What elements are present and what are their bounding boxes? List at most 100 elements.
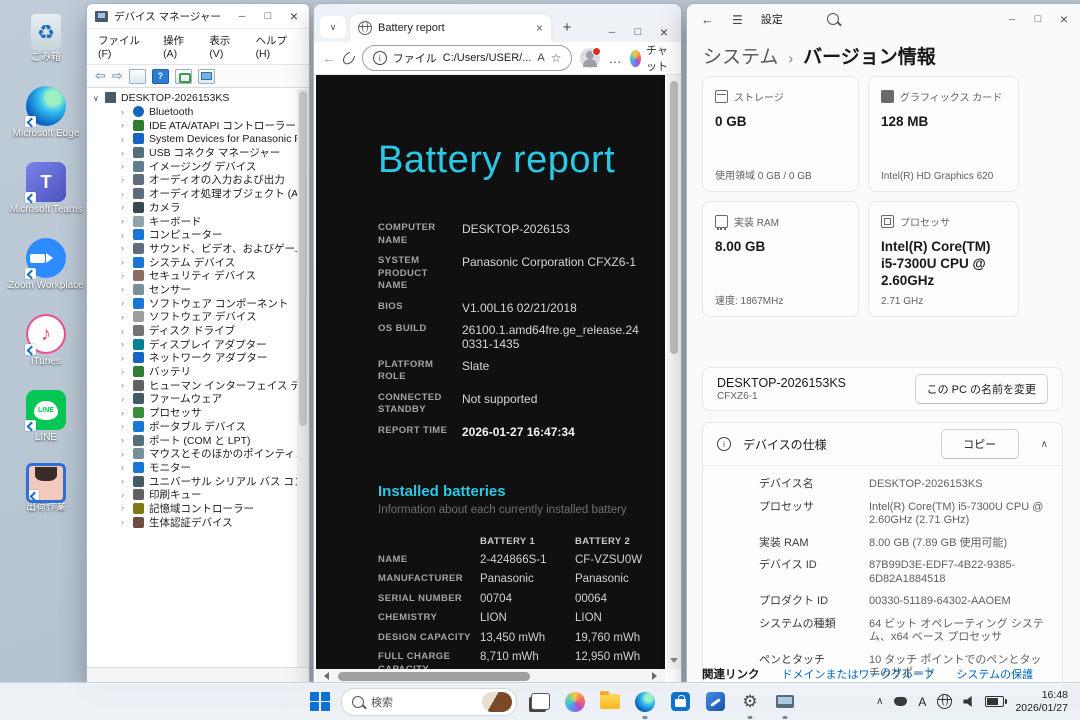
tree-item[interactable]: バッテリ bbox=[87, 365, 297, 379]
favorite-icon[interactable] bbox=[551, 51, 562, 65]
device-manager-scrollbar[interactable] bbox=[297, 89, 309, 667]
expand-icon[interactable] bbox=[121, 367, 133, 377]
tree-item[interactable]: ユニバーサル シリアル バス コントローラー bbox=[87, 474, 297, 488]
tree-item[interactable]: カメラ bbox=[87, 201, 297, 215]
scrollbar-thumb[interactable] bbox=[670, 81, 678, 354]
expand-icon[interactable] bbox=[121, 107, 133, 117]
edge-button[interactable] bbox=[633, 690, 657, 714]
maximize-icon[interactable] bbox=[255, 6, 281, 26]
new-tab-icon[interactable] bbox=[555, 15, 579, 39]
tree-item[interactable]: ポート (COM と LPT) bbox=[87, 433, 297, 447]
menu-item-1[interactable]: 操作(A) bbox=[158, 31, 200, 62]
tree-item[interactable]: ディスプレイ アダプター bbox=[87, 337, 297, 351]
read-aloud-icon[interactable]: A bbox=[537, 52, 544, 64]
minimize-icon[interactable] bbox=[599, 22, 625, 42]
expand-icon[interactable] bbox=[121, 462, 133, 472]
expand-icon[interactable] bbox=[121, 326, 133, 336]
maximize-icon[interactable] bbox=[1025, 9, 1051, 29]
expand-icon[interactable] bbox=[121, 189, 133, 199]
minimize-icon[interactable] bbox=[999, 9, 1025, 29]
close-icon[interactable] bbox=[651, 22, 677, 42]
task-view-button[interactable] bbox=[528, 690, 552, 714]
expand-icon[interactable] bbox=[121, 230, 133, 240]
tree-item[interactable]: モニター bbox=[87, 461, 297, 475]
copy-button[interactable]: コピー bbox=[941, 429, 1019, 459]
battery-icon[interactable] bbox=[985, 696, 1004, 707]
expand-icon[interactable] bbox=[121, 134, 133, 144]
scrollbar-thumb[interactable] bbox=[299, 91, 307, 426]
tree-item[interactable]: コンピューター bbox=[87, 228, 297, 242]
tree-item[interactable]: USB コネクタ マネージャー bbox=[87, 146, 297, 160]
ime-indicator[interactable]: A bbox=[918, 695, 926, 709]
expand-icon[interactable] bbox=[121, 421, 133, 431]
settings-titlebar[interactable]: 設定 bbox=[687, 4, 1080, 34]
collapse-icon[interactable] bbox=[93, 93, 105, 103]
tree-item[interactable]: ファームウェア bbox=[87, 392, 297, 406]
paint-button[interactable] bbox=[703, 690, 727, 714]
url-field[interactable]: ファイル C:/Users/USER/... A bbox=[362, 45, 573, 71]
tree-item[interactable]: 記憶域コントローラー bbox=[87, 502, 297, 516]
close-icon[interactable] bbox=[281, 6, 307, 26]
tree-item[interactable]: サウンド、ビデオ、およびゲーム コントローラー bbox=[87, 242, 297, 256]
desktop-icon-teams[interactable]: Microsoft Teams bbox=[6, 162, 86, 215]
tree-item[interactable]: マウスとそのほかのポインティング デバイス bbox=[87, 447, 297, 461]
device-spec-header[interactable]: デバイスの仕様 コピー bbox=[703, 423, 1062, 466]
expand-icon[interactable] bbox=[121, 148, 133, 158]
tree-item[interactable]: ヒューマン インターフェイス デバイス bbox=[87, 378, 297, 392]
tree-item[interactable]: イメージング デバイス bbox=[87, 159, 297, 173]
page-info-icon[interactable] bbox=[373, 51, 387, 65]
expand-icon[interactable] bbox=[121, 243, 133, 253]
store-button[interactable] bbox=[668, 690, 692, 714]
desktop-icon-itunes[interactable]: iTunes bbox=[6, 314, 86, 367]
desktop-icon-recycle-bin[interactable]: ごみ箱 bbox=[6, 14, 86, 63]
clock[interactable]: 16:48 2026/01/27 bbox=[1015, 689, 1068, 714]
menu-item-2[interactable]: 表示(V) bbox=[204, 31, 246, 62]
expand-icon[interactable] bbox=[121, 517, 133, 527]
menu-item-0[interactable]: ファイル(F) bbox=[93, 31, 154, 62]
scroll-right-icon[interactable] bbox=[652, 672, 661, 680]
tree-item[interactable]: センサー bbox=[87, 283, 297, 297]
hamburger-menu-icon[interactable] bbox=[732, 12, 743, 27]
help-icon[interactable] bbox=[152, 69, 169, 84]
link-domain-workgroup[interactable]: ドメインまたはワークグループ bbox=[782, 666, 935, 682]
back-icon[interactable] bbox=[322, 50, 336, 66]
network-icon[interactable] bbox=[937, 694, 952, 709]
tab-search-icon[interactable] bbox=[320, 16, 346, 38]
forward-icon[interactable]: ⇨ bbox=[112, 68, 123, 84]
expand-icon[interactable] bbox=[121, 216, 133, 226]
search-highlight-image[interactable] bbox=[482, 692, 512, 712]
scan-hardware-icon[interactable] bbox=[198, 69, 215, 84]
tree-item[interactable]: ネットワーク アダプター bbox=[87, 351, 297, 365]
tab-close-icon[interactable] bbox=[536, 21, 543, 35]
device-tree-root[interactable]: DESKTOP-2026153KS bbox=[87, 91, 297, 105]
expand-icon[interactable] bbox=[121, 202, 133, 212]
more-menu-icon[interactable] bbox=[608, 51, 622, 66]
tree-item[interactable]: ソフトウェア コンポーネント bbox=[87, 296, 297, 310]
file-explorer-button[interactable] bbox=[598, 690, 622, 714]
expand-icon[interactable] bbox=[121, 435, 133, 445]
copilot-button[interactable]: チャット bbox=[630, 42, 673, 74]
tree-item[interactable]: ソフトウェア デバイス bbox=[87, 310, 297, 324]
tree-item[interactable]: オーディオ処理オブジェクト (APO) bbox=[87, 187, 297, 201]
start-button[interactable] bbox=[310, 692, 330, 712]
tree-item[interactable]: 印刷キュー bbox=[87, 488, 297, 502]
link-system-protection[interactable]: システムの保護 bbox=[956, 666, 1033, 682]
expand-icon[interactable] bbox=[121, 408, 133, 418]
tree-item[interactable]: キーボード bbox=[87, 214, 297, 228]
tree-item[interactable]: セキュリティ デバイス bbox=[87, 269, 297, 283]
list-icon[interactable] bbox=[175, 69, 192, 84]
expand-icon[interactable] bbox=[121, 503, 133, 513]
expand-icon[interactable] bbox=[121, 380, 133, 390]
back-icon[interactable]: ⇦ bbox=[95, 68, 106, 84]
tray-overflow-icon[interactable] bbox=[876, 696, 883, 707]
expand-icon[interactable] bbox=[121, 257, 133, 267]
tree-item[interactable]: オーディオの入力および出力 bbox=[87, 173, 297, 187]
expand-icon[interactable] bbox=[121, 353, 133, 363]
maximize-icon[interactable] bbox=[625, 22, 651, 42]
expand-icon[interactable] bbox=[121, 312, 133, 322]
tree-item[interactable]: プロセッサ bbox=[87, 406, 297, 420]
rename-pc-button[interactable]: この PC の名前を変更 bbox=[915, 374, 1048, 404]
scrollbar-thumb[interactable] bbox=[338, 672, 530, 681]
tree-item[interactable]: ポータブル デバイス bbox=[87, 420, 297, 434]
expand-icon[interactable] bbox=[121, 271, 133, 281]
